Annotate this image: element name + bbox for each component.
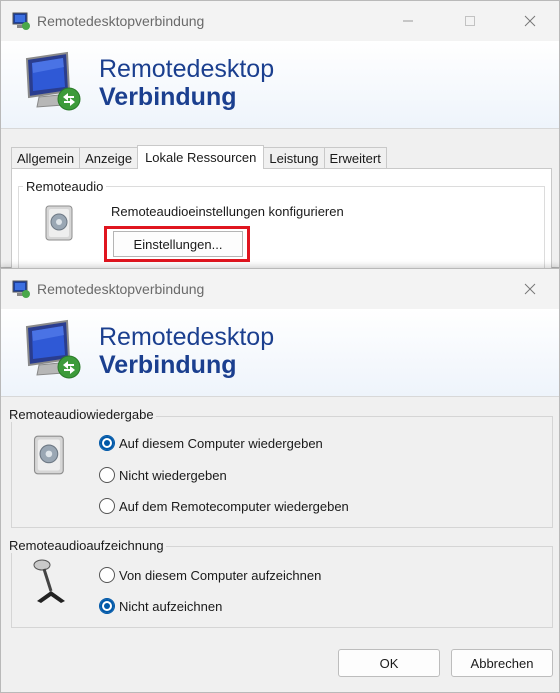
rdp-app-icon	[12, 280, 30, 298]
remote-audio-dialog: Remotedesktopverbindung Remotedesktop Ve…	[0, 268, 560, 693]
speaker-icon	[45, 205, 73, 241]
minimize-button[interactable]	[385, 1, 431, 41]
playback-option-none[interactable]: Nicht wiedergeben	[99, 467, 227, 483]
rdp-app-icon	[12, 12, 30, 30]
tab-lokale-ressourcen[interactable]: Lokale Ressourcen	[137, 145, 265, 169]
microphone-icon	[33, 559, 65, 603]
playback-option-local-label: Auf diesem Computer wiedergeben	[119, 435, 323, 451]
recording-option-local-label: Von diesem Computer aufzeichnen	[119, 567, 322, 583]
rdp-monitor-logo	[25, 51, 81, 111]
settings-button[interactable]: Einstellungen...	[113, 231, 243, 257]
recording-group-label: Remoteaudioaufzeichnung	[7, 538, 166, 553]
maximize-icon	[465, 16, 475, 26]
playback-option-remote[interactable]: Auf dem Remotecomputer wiedergeben	[99, 498, 349, 514]
tab-erweitert[interactable]: Erweitert	[323, 147, 387, 169]
ok-button[interactable]: OK	[338, 649, 440, 677]
radio-button[interactable]	[99, 467, 115, 483]
banner-title-line2: Verbindung	[99, 83, 237, 111]
tab-allgemein[interactable]: Allgemein	[11, 147, 81, 169]
recording-option-none[interactable]: Nicht aufzeichnen	[99, 598, 222, 614]
playback-option-local[interactable]: Auf diesem Computer wiedergeben	[99, 435, 323, 451]
playback-group-label: Remoteaudiowiedergabe	[7, 407, 156, 422]
cancel-button[interactable]: Abbrechen	[451, 649, 553, 677]
dialog-title: Remotedesktopverbindung	[37, 281, 205, 297]
rdp-monitor-logo	[25, 319, 81, 379]
close-icon	[524, 283, 536, 295]
remote-audio-description: Remoteaudioeinstellungen konfigurieren	[111, 204, 344, 219]
dialog-title-bar[interactable]: Remotedesktopverbindung	[1, 269, 559, 309]
banner-title-line1: Remotedesktop	[99, 55, 275, 83]
minimize-icon	[403, 20, 413, 22]
tab-leistung[interactable]: Leistung	[263, 147, 325, 169]
close-icon	[524, 15, 536, 27]
dialog-close-button[interactable]	[507, 269, 553, 309]
speaker-icon	[33, 435, 64, 475]
recording-group	[11, 546, 553, 628]
close-button[interactable]	[507, 1, 553, 41]
window-title: Remotedesktopverbindung	[37, 13, 205, 29]
banner: Remotedesktop Verbindung	[1, 41, 559, 129]
radio-button[interactable]	[99, 498, 115, 514]
dialog-banner-title-line1: Remotedesktop	[99, 323, 275, 351]
radio-button-checked[interactable]	[99, 435, 115, 451]
recording-option-none-label: Nicht aufzeichnen	[119, 598, 223, 614]
playback-option-none-label: Nicht wiedergeben	[119, 467, 227, 483]
tab-anzeige[interactable]: Anzeige	[79, 147, 139, 169]
radio-button[interactable]	[99, 567, 115, 583]
recording-option-local[interactable]: Von diesem Computer aufzeichnen	[99, 567, 321, 583]
rdp-main-window: Remotedesktopverbindung Remotedesktop Ve…	[0, 0, 560, 278]
remote-audio-group	[18, 186, 545, 276]
dialog-banner-title-line2: Verbindung	[99, 351, 237, 379]
title-bar[interactable]: Remotedesktopverbindung	[1, 1, 559, 41]
dialog-banner: Remotedesktop Verbindung	[1, 309, 559, 397]
playback-option-remote-label: Auf dem Remotecomputer wiedergeben	[119, 498, 349, 514]
maximize-button[interactable]	[447, 1, 493, 41]
radio-button-checked[interactable]	[99, 598, 115, 614]
tab-strip: Allgemein Anzeige Lokale Ressourcen Leis…	[11, 145, 387, 169]
remote-audio-group-label: Remoteaudio	[23, 179, 107, 194]
